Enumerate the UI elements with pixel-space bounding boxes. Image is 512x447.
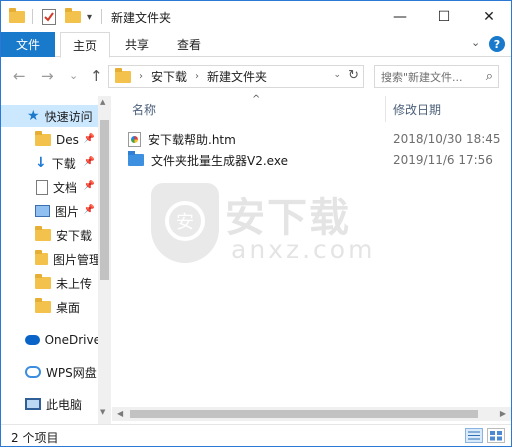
tab-home[interactable]: 主页 — [60, 32, 110, 58]
sidebar-item-desktop-pinned[interactable]: Des 📌 — [1, 129, 101, 151]
wps-cloud-icon — [25, 366, 41, 378]
window-folder-icon — [9, 8, 25, 26]
forward-icon[interactable]: → — [41, 67, 54, 85]
tab-share[interactable]: 共享 — [113, 32, 161, 57]
customize-toolbar-icon[interactable]: ▾ — [87, 8, 92, 26]
sort-ascending-icon: ^ — [252, 94, 261, 105]
new-folder-icon[interactable] — [65, 8, 81, 26]
title-bar: ▾ 新建文件夹 — ☐ ✕ — [1, 1, 511, 32]
sidebar-item-pictures[interactable]: 图片 📌 — [1, 200, 101, 222]
sidebar-item-downloads[interactable]: ↓ 下载 📌 — [1, 152, 101, 174]
refresh-icon[interactable]: ↻ — [348, 68, 359, 83]
status-bar: 2 个项目 — [1, 424, 511, 446]
address-dropdown-icon[interactable]: ⌄ — [333, 70, 341, 80]
breadcrumb-item[interactable]: 新建文件夹 — [207, 68, 267, 85]
expand-ribbon-icon[interactable]: ⌄ — [471, 36, 480, 49]
details-view-icon[interactable] — [465, 428, 483, 443]
scroll-left-icon[interactable]: ◀ — [117, 409, 123, 418]
htm-file-icon — [128, 131, 141, 147]
horizontal-scroll-thumb[interactable] — [130, 410, 478, 418]
address-folder-icon — [115, 67, 131, 83]
column-divider[interactable] — [385, 96, 386, 122]
recent-locations-icon[interactable]: ⌄ — [69, 69, 78, 82]
minimize-button[interactable]: — — [378, 1, 422, 32]
breadcrumb-item[interactable]: 安下载 — [151, 68, 187, 85]
star-icon: ★ — [27, 108, 40, 124]
sidebar-scroll-thumb[interactable] — [100, 120, 109, 280]
horizontal-scrollbar[interactable]: ◀ ▶ — [112, 407, 511, 421]
tab-view[interactable]: 查看 — [165, 32, 213, 57]
navigation-pane: ★ 快速访问 Des 📌 ↓ 下载 📌 文档 📌 图片 📌 安下载 图片管理 未… — [1, 96, 111, 426]
item-count: 2 个项目 — [11, 431, 59, 445]
maximize-button[interactable]: ☐ — [422, 1, 466, 32]
sidebar-item-picture-manager[interactable]: 图片管理 — [1, 248, 101, 270]
up-icon[interactable]: ↑ — [90, 67, 103, 85]
watermark-shield-icon: 安 — [151, 183, 219, 263]
tab-file[interactable]: 文件 — [1, 32, 55, 57]
breadcrumb-separator[interactable]: › — [195, 71, 199, 82]
explorer-window: ▾ 新建文件夹 — ☐ ✕ 文件 主页 共享 查看 ⌄ ? ← → ⌄ ↑ › … — [0, 0, 512, 447]
search-icon: ⌕ — [485, 69, 493, 84]
breadcrumb-separator: › — [139, 71, 143, 82]
sidebar-scrollbar[interactable]: ▲ ▼ — [98, 96, 111, 426]
sidebar-item-quick-access[interactable]: ★ 快速访问 — [1, 105, 101, 127]
column-header-modified[interactable]: 修改日期 — [393, 96, 441, 122]
title-separator — [32, 9, 33, 24]
pin-icon: 📌 — [83, 205, 95, 215]
pin-icon: 📌 — [83, 134, 95, 144]
folder-icon — [35, 298, 51, 313]
large-icons-view-icon[interactable] — [487, 428, 505, 443]
scroll-right-icon[interactable]: ▶ — [500, 409, 506, 418]
search-input[interactable]: 搜索"新建文件... ⌕ — [374, 65, 499, 88]
pin-icon: 📌 — [83, 157, 95, 167]
computer-icon — [25, 398, 41, 410]
folder-icon — [35, 131, 51, 146]
sidebar-item-not-uploaded[interactable]: 未上传 — [1, 272, 101, 294]
close-button[interactable]: ✕ — [467, 1, 511, 32]
pin-icon: 📌 — [83, 181, 95, 191]
navigation-bar: ← → ⌄ ↑ › 安下载 › 新建文件夹 ⌄ ↻ 搜索"新建文件... ⌕ — [1, 58, 511, 96]
sidebar-item-onedrive[interactable]: OneDrive — [1, 329, 101, 351]
exe-file-icon — [128, 151, 144, 166]
title-separator — [101, 9, 102, 24]
search-placeholder: 搜索"新建文件... — [381, 70, 463, 84]
picture-icon — [35, 205, 50, 217]
properties-icon[interactable] — [42, 8, 56, 26]
back-icon[interactable]: ← — [13, 67, 26, 85]
scroll-down-icon[interactable]: ▼ — [100, 408, 105, 416]
file-row[interactable]: 安下载帮助.htm 2018/10/30 18:45 — [128, 129, 508, 149]
ribbon: 文件 主页 共享 查看 ⌄ ? — [1, 32, 511, 58]
file-row[interactable]: 文件夹批量生成器V2.exe 2019/11/6 17:56 — [128, 150, 508, 170]
watermark-domain: anxz.com — [231, 235, 376, 264]
download-icon: ↓ — [35, 155, 47, 171]
sidebar-item-wps-cloud[interactable]: WPS网盘 — [1, 361, 101, 383]
window-title: 新建文件夹 — [111, 11, 172, 25]
watermark: 安 安下载 anxz.com — [151, 183, 372, 283]
document-icon — [36, 179, 48, 195]
address-bar[interactable]: › 安下载 › 新建文件夹 ⌄ ↻ — [108, 65, 364, 88]
scroll-up-icon[interactable]: ▲ — [100, 98, 105, 106]
folder-icon — [35, 226, 51, 241]
sidebar-item-this-pc[interactable]: 此电脑 — [1, 393, 101, 415]
onedrive-icon — [25, 335, 40, 345]
sidebar-item-documents[interactable]: 文档 📌 — [1, 176, 101, 198]
sidebar-item-anxz[interactable]: 安下载 — [1, 224, 101, 246]
column-header-name[interactable]: 名称 — [132, 96, 156, 122]
folder-icon — [35, 250, 48, 265]
sidebar-item-desktop[interactable]: 桌面 — [1, 296, 101, 318]
help-icon[interactable]: ? — [489, 36, 505, 52]
folder-icon — [35, 274, 51, 289]
